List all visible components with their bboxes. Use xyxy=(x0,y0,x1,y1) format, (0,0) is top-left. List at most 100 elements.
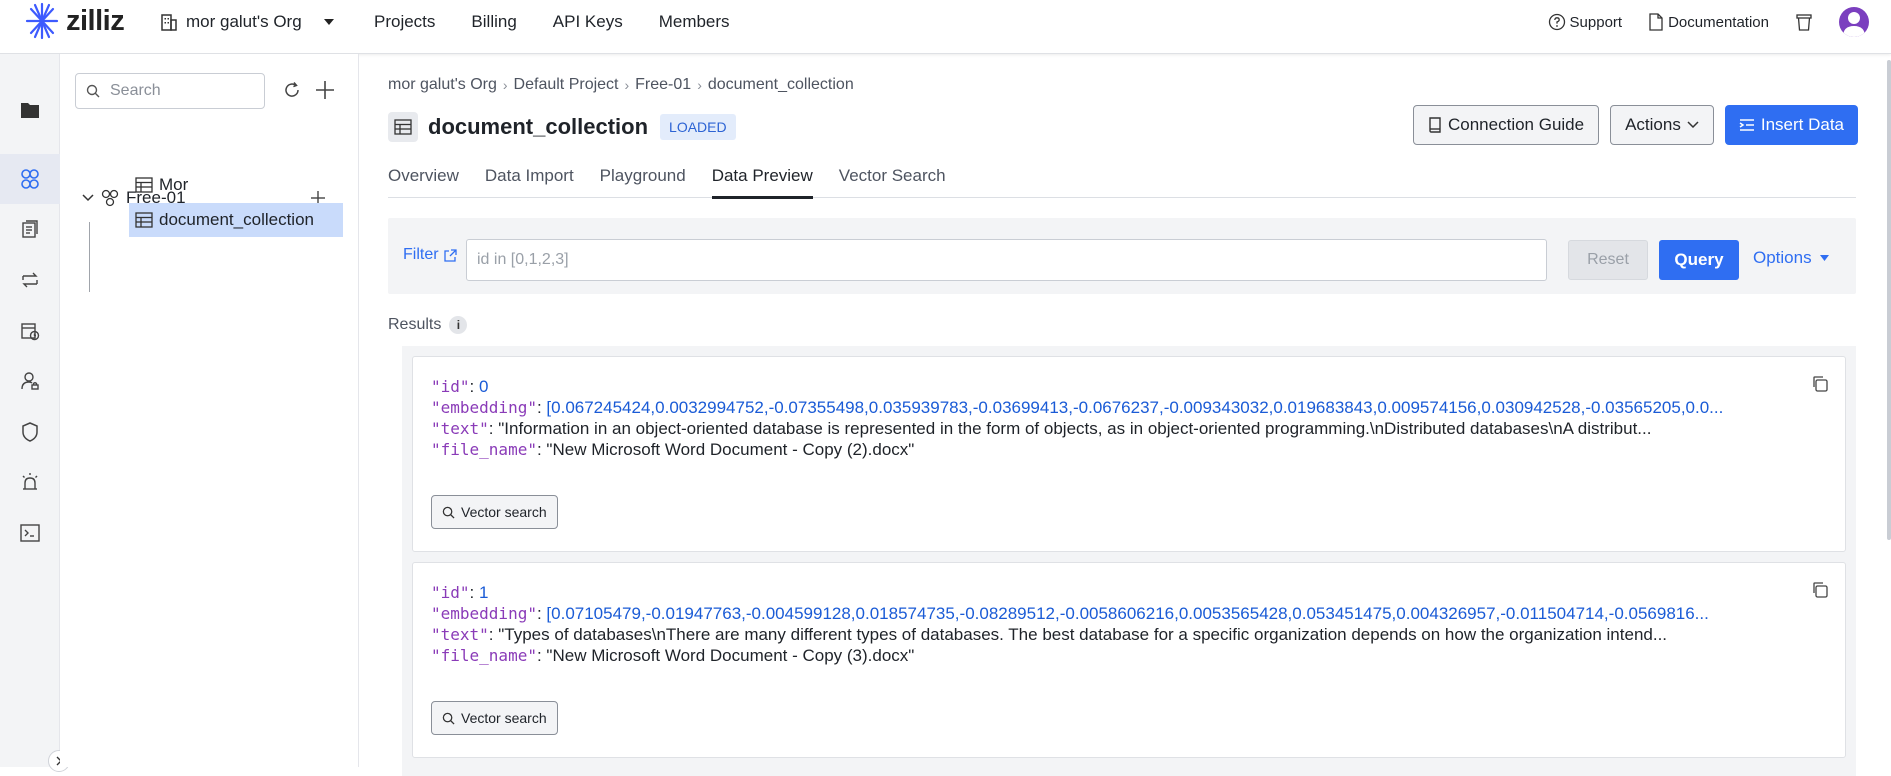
page-title: document_collection xyxy=(428,114,649,139)
book-icon xyxy=(1429,117,1441,133)
breadcrumb-project[interactable]: Default Project xyxy=(514,76,619,94)
org-switcher[interactable]: mor galut's Org xyxy=(160,10,334,34)
nav-api-keys[interactable]: API Keys xyxy=(553,12,623,32)
results-heading: Results i xyxy=(388,316,468,334)
support-link[interactable]: Support xyxy=(1548,13,1622,31)
help-circle-icon xyxy=(1548,13,1565,31)
vector-search-label: Vector search xyxy=(461,504,547,520)
alarm-icon xyxy=(22,473,38,490)
collection-label: Mor xyxy=(159,175,189,194)
options-dropdown[interactable]: Options xyxy=(1753,248,1829,268)
tab-vector-search[interactable]: Vector Search xyxy=(839,166,946,198)
filter-help-link[interactable]: Filter xyxy=(403,246,457,264)
tab-playground[interactable]: Playground xyxy=(600,166,686,198)
user-lock-icon xyxy=(21,372,39,390)
record-text-value: "Information in an object-oriented datab… xyxy=(498,419,1652,438)
record-id-line: "id": 1 xyxy=(431,583,489,602)
tab-data-import[interactable]: Data Import xyxy=(485,166,574,198)
breadcrumb: mor galut's Org › Default Project › Free… xyxy=(388,76,854,94)
chevron-down-icon[interactable] xyxy=(82,194,94,202)
tree-search[interactable] xyxy=(75,73,265,109)
rail-users[interactable] xyxy=(0,356,60,406)
json-key: "file_name" xyxy=(431,646,537,665)
record-embedding-line: "embedding": [0.067245424,0.0032994752,-… xyxy=(431,398,1724,417)
clusters-icon xyxy=(21,169,39,189)
tree-collection-item-selected[interactable]: document_collection xyxy=(129,203,343,237)
insert-data-label: Insert Data xyxy=(1760,115,1844,134)
zilliz-logo[interactable]: zilliz xyxy=(24,1,125,41)
filter-label: Filter xyxy=(403,246,439,263)
insert-data-button[interactable]: Insert Data xyxy=(1724,105,1858,145)
copy-icon[interactable] xyxy=(1811,581,1829,599)
rail-clusters[interactable] xyxy=(0,154,60,204)
top-right-actions: Support Documentation xyxy=(1548,7,1869,37)
rail-security[interactable] xyxy=(0,407,60,457)
reset-button[interactable]: Reset xyxy=(1568,240,1648,280)
tree-collection-item[interactable]: Mor xyxy=(129,168,343,202)
refresh-icon[interactable] xyxy=(282,80,302,100)
vector-search-button[interactable]: Vector search xyxy=(431,495,558,529)
record-embedding-value: [0.067245424,0.0032994752,-0.07355498,0.… xyxy=(546,398,1724,417)
document-icon xyxy=(1649,13,1663,31)
connection-guide-button[interactable]: Connection Guide xyxy=(1413,105,1600,145)
breadcrumb-org[interactable]: mor galut's Org xyxy=(388,76,497,94)
trash-icon[interactable] xyxy=(1795,12,1813,32)
documentation-label: Documentation xyxy=(1668,13,1769,31)
json-key: "embedding" xyxy=(431,604,537,623)
rail-alerts[interactable] xyxy=(0,457,60,507)
documentation-link[interactable]: Documentation xyxy=(1648,13,1769,31)
nav-billing[interactable]: Billing xyxy=(471,12,516,32)
json-key: "file_name" xyxy=(431,440,537,459)
collection-tabs: Overview Data Import Playground Data Pre… xyxy=(388,166,1856,199)
nav-members[interactable]: Members xyxy=(659,12,730,32)
rail-projects[interactable] xyxy=(0,85,60,135)
resource-tree-panel: Free-01 Mor document_collection xyxy=(60,54,359,767)
json-key: "embedding" xyxy=(431,398,537,417)
header-buttons: Connection Guide Actions Insert Data xyxy=(1413,105,1858,145)
breadcrumb-separator: › xyxy=(502,77,508,93)
breadcrumb-collection: document_collection xyxy=(707,76,854,93)
json-key: "text" xyxy=(431,625,489,644)
breadcrumb-cluster[interactable]: Free-01 xyxy=(635,76,691,94)
info-icon[interactable]: i xyxy=(449,316,468,334)
external-link-icon xyxy=(443,248,457,262)
query-button[interactable]: Query xyxy=(1659,240,1739,280)
rail-backups[interactable] xyxy=(0,306,60,356)
zilliz-star-icon xyxy=(25,2,59,40)
page-scrollbar[interactable] xyxy=(1887,60,1891,540)
record-embedding-line: "embedding": [0.07105479,-0.01947763,-0.… xyxy=(431,604,1709,623)
shield-icon xyxy=(22,422,38,442)
tab-overview[interactable]: Overview xyxy=(388,166,459,198)
table-icon xyxy=(135,212,153,228)
rail-migrations[interactable] xyxy=(0,255,60,305)
tab-data-preview[interactable]: Data Preview xyxy=(711,166,813,199)
vector-search-label: Vector search xyxy=(461,710,547,726)
record-id-line: "id": 0 xyxy=(431,377,489,396)
collection-table-icon xyxy=(388,112,418,142)
rail-console[interactable] xyxy=(0,508,60,558)
collection-header: document_collection LOADED xyxy=(388,110,736,144)
search-icon xyxy=(86,84,100,98)
org-name: mor galut's Org xyxy=(186,12,302,31)
results-label: Results xyxy=(388,316,442,333)
actions-button[interactable]: Actions xyxy=(1610,105,1714,145)
record-id-value: 1 xyxy=(478,583,489,602)
record-file-name-line: "file_name": "New Microsoft Word Documen… xyxy=(431,440,915,459)
chevron-down-icon xyxy=(1687,121,1699,129)
vector-search-button[interactable]: Vector search xyxy=(431,701,558,735)
tree-search-input[interactable] xyxy=(110,82,250,100)
documents-icon xyxy=(22,220,38,238)
filter-expression-input[interactable] xyxy=(466,239,1547,281)
nav-projects[interactable]: Projects xyxy=(374,12,435,32)
copy-icon[interactable] xyxy=(1811,375,1829,393)
record-embedding-value: [0.07105479,-0.01947763,-0.004599128,0.0… xyxy=(546,604,1709,623)
result-record: "id": 1 "embedding": [0.07105479,-0.0194… xyxy=(412,562,1846,758)
rail-documents[interactable] xyxy=(0,204,60,254)
user-avatar[interactable] xyxy=(1839,7,1869,37)
plus-icon[interactable] xyxy=(314,79,336,101)
insert-rows-icon xyxy=(1739,119,1754,131)
user-silhouette-icon xyxy=(1843,12,1865,37)
record-file-name-value: "New Microsoft Word Document - Copy (3).… xyxy=(546,646,915,665)
actions-label: Actions xyxy=(1625,115,1681,134)
table-icon xyxy=(394,119,412,135)
